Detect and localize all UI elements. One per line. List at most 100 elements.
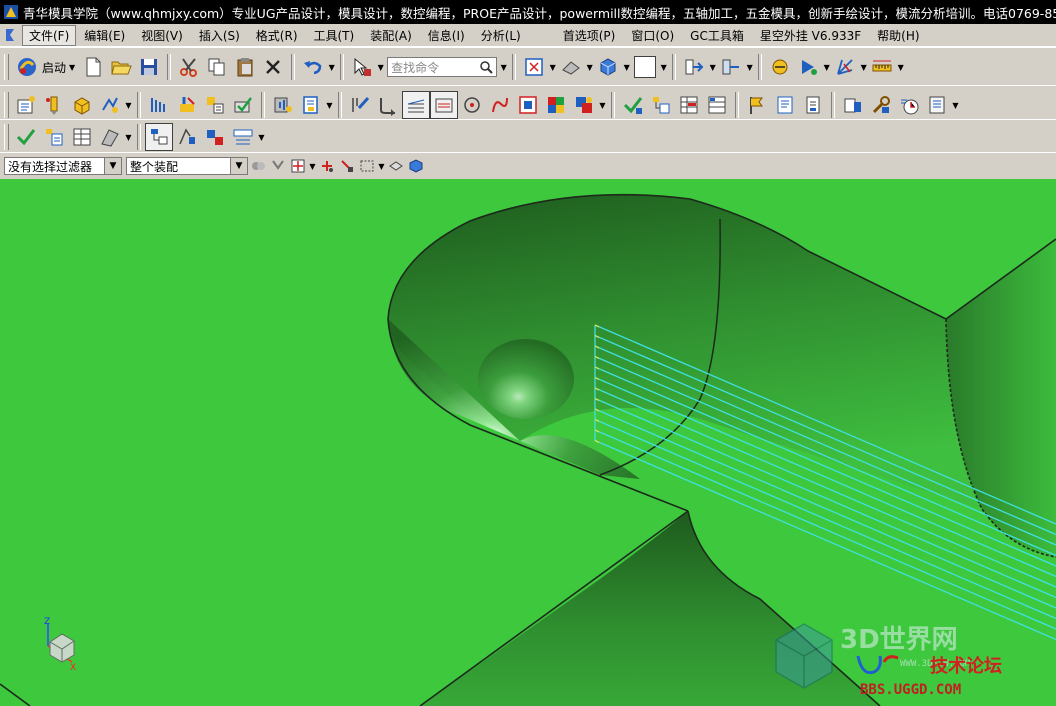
edit-parameters-button[interactable] bbox=[346, 91, 374, 119]
postprocess-button[interactable] bbox=[297, 91, 325, 119]
fit-view-button[interactable] bbox=[520, 53, 548, 81]
menu-view[interactable]: 视图(V) bbox=[133, 25, 191, 46]
select-target-button[interactable] bbox=[288, 156, 308, 176]
open-file-button[interactable] bbox=[107, 53, 135, 81]
cut-button[interactable] bbox=[175, 53, 203, 81]
menu-format[interactable]: 格式(R) bbox=[248, 25, 306, 46]
chevron-down-icon[interactable]: ▼ bbox=[622, 53, 631, 81]
check-toolpath-button[interactable] bbox=[619, 91, 647, 119]
cursor-pick-button[interactable] bbox=[337, 156, 357, 176]
menu-insert[interactable]: 插入(S) bbox=[191, 25, 248, 46]
selection-mode-button[interactable] bbox=[348, 53, 376, 81]
chevron-down-icon[interactable]: ▼ bbox=[585, 53, 594, 81]
show-hidden-button[interactable] bbox=[406, 156, 426, 176]
tool-edit-button[interactable] bbox=[867, 91, 895, 119]
export-report-button[interactable] bbox=[923, 91, 951, 119]
create-tool-button[interactable] bbox=[40, 91, 68, 119]
chevron-down-icon[interactable]: ▼ bbox=[708, 53, 717, 81]
assembly-sequence-button[interactable] bbox=[229, 123, 257, 151]
menu-gc-toolkit[interactable]: GC工具箱 bbox=[682, 25, 752, 46]
zig-zag-pattern-button[interactable] bbox=[402, 91, 430, 119]
save-button[interactable] bbox=[135, 53, 163, 81]
create-geometry-button[interactable] bbox=[68, 91, 96, 119]
point-target-button[interactable] bbox=[458, 91, 486, 119]
table-view-button[interactable] bbox=[68, 123, 96, 151]
background-color-button[interactable] bbox=[631, 53, 659, 81]
intersect-button[interactable] bbox=[317, 156, 337, 176]
menu-preferences[interactable]: 首选项(P) bbox=[555, 25, 624, 46]
command-search-input[interactable]: 查找命令 bbox=[387, 57, 498, 77]
operation-navigator-button[interactable] bbox=[647, 91, 675, 119]
chevron-down-icon[interactable]: ▼ bbox=[548, 53, 557, 81]
region-colors-button[interactable] bbox=[542, 91, 570, 119]
chevron-down-icon[interactable]: ▼ bbox=[598, 91, 607, 119]
time-estimate-button[interactable] bbox=[895, 91, 923, 119]
output-clsf-button[interactable] bbox=[799, 91, 827, 119]
verify-toolpath-button[interactable] bbox=[229, 91, 257, 119]
menu-file[interactable]: 文件(F) bbox=[22, 24, 77, 46]
menu-information[interactable]: 信息(I) bbox=[420, 25, 473, 46]
chevron-down-icon[interactable]: ▼ bbox=[124, 123, 133, 151]
generate-toolpath-button[interactable] bbox=[145, 91, 173, 119]
menu-edit[interactable]: 编辑(E) bbox=[76, 25, 133, 46]
menu-analysis[interactable]: 分析(L) bbox=[473, 25, 529, 46]
deselect-button[interactable] bbox=[386, 156, 406, 176]
graphics-viewport[interactable]: Z X 3D世界网 WWW.3DSJW.COM 技术论坛 BBS.UGGD.CO… bbox=[0, 179, 1056, 706]
mate-component-button[interactable] bbox=[201, 123, 229, 151]
chevron-down-icon[interactable]: ▼ bbox=[745, 53, 754, 81]
follow-periphery-button[interactable] bbox=[430, 91, 458, 119]
chevron-down-icon[interactable]: ▼ bbox=[377, 156, 386, 176]
wcs-display-button[interactable] bbox=[831, 53, 859, 81]
snap-filter-button[interactable] bbox=[268, 156, 288, 176]
launch-button[interactable]: 启动 ▼ bbox=[12, 56, 79, 78]
play-motion-button[interactable] bbox=[794, 53, 822, 81]
shaded-view-button[interactable] bbox=[594, 53, 622, 81]
chevron-down-icon[interactable]: ▼ bbox=[308, 156, 317, 176]
boundary-button[interactable] bbox=[514, 91, 542, 119]
chevron-down-icon[interactable]: ▼ bbox=[376, 53, 385, 81]
display-options-button[interactable] bbox=[570, 91, 598, 119]
retract-move-button[interactable] bbox=[374, 91, 402, 119]
chevron-down-icon[interactable]: ▼ bbox=[325, 91, 334, 119]
type-filter-button[interactable] bbox=[248, 156, 268, 176]
machine-simulate-button[interactable] bbox=[269, 91, 297, 119]
machine-tool-view-button[interactable] bbox=[703, 91, 731, 119]
chevron-down-icon[interactable]: ▼ bbox=[499, 53, 508, 81]
feature-marker-button[interactable] bbox=[743, 91, 771, 119]
menu-window[interactable]: 窗口(O) bbox=[623, 25, 682, 46]
delete-button[interactable] bbox=[259, 53, 287, 81]
object-list-button[interactable] bbox=[40, 123, 68, 151]
shop-documentation-button[interactable] bbox=[771, 91, 799, 119]
chevron-down-icon[interactable]: ▼ bbox=[124, 91, 133, 119]
batch-process-button[interactable] bbox=[839, 91, 867, 119]
chevron-down-icon[interactable]: ▼ bbox=[257, 123, 266, 151]
new-file-button[interactable] bbox=[79, 53, 107, 81]
paste-button[interactable] bbox=[231, 53, 259, 81]
chevron-down-icon[interactable]: ▼ bbox=[951, 91, 960, 119]
replay-toolpath-button[interactable] bbox=[173, 91, 201, 119]
menu-help[interactable]: 帮助(H) bbox=[869, 25, 927, 46]
work-layer-button[interactable] bbox=[680, 53, 708, 81]
assembly-navigator-button[interactable] bbox=[145, 123, 173, 151]
list-toolpath-button[interactable] bbox=[201, 91, 229, 119]
copy-button[interactable] bbox=[203, 53, 231, 81]
program-order-view-button[interactable] bbox=[675, 91, 703, 119]
rotate-view-button[interactable] bbox=[557, 53, 585, 81]
chevron-down-icon[interactable]: ▼ bbox=[896, 53, 905, 81]
layout-view-button[interactable] bbox=[96, 123, 124, 151]
create-program-button[interactable] bbox=[12, 91, 40, 119]
undo-button[interactable] bbox=[299, 53, 327, 81]
accept-operation-button[interactable] bbox=[12, 123, 40, 151]
move-layer-button[interactable] bbox=[717, 53, 745, 81]
chevron-down-icon[interactable]: ▼ bbox=[822, 53, 831, 81]
chevron-down-icon[interactable]: ▼ bbox=[327, 53, 336, 81]
create-method-button[interactable] bbox=[96, 91, 124, 119]
snap-point-button[interactable] bbox=[766, 53, 794, 81]
selection-filter-dropdown[interactable]: 没有选择过滤器 ▼ bbox=[4, 157, 122, 175]
menu-xingkong-plugin[interactable]: 星空外挂 V6.933F bbox=[752, 25, 869, 46]
chevron-down-icon[interactable]: ▼ bbox=[659, 53, 668, 81]
add-component-button[interactable] bbox=[173, 123, 201, 151]
chevron-down-icon[interactable]: ▼ bbox=[859, 53, 868, 81]
menu-assembly[interactable]: 装配(A) bbox=[362, 25, 420, 46]
assembly-scope-dropdown[interactable]: 整个装配 ▼ bbox=[126, 157, 248, 175]
